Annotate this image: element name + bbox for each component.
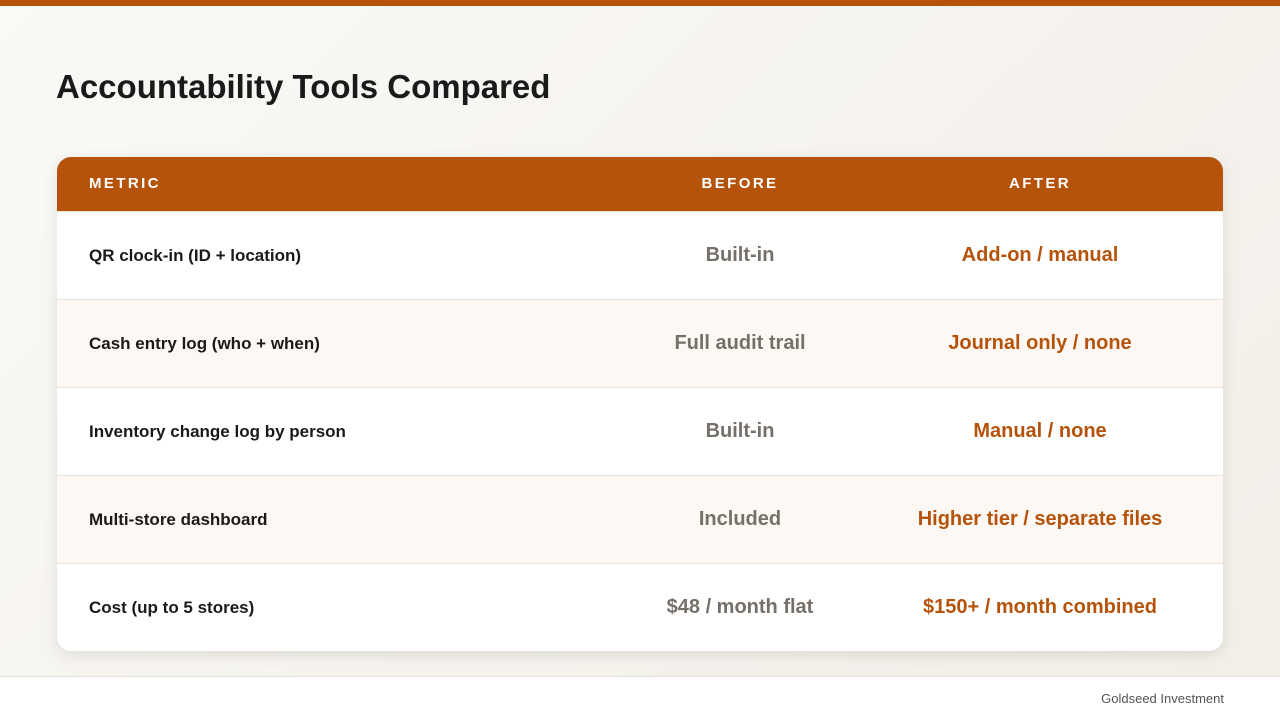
before-cell: $48 / month flat bbox=[666, 596, 814, 618]
after-cell: Add-on / manual bbox=[961, 244, 1119, 266]
table-row: Cash entry log (who + when) Full audit t… bbox=[57, 299, 1223, 387]
after-cell: Higher tier / separate files bbox=[917, 508, 1163, 530]
table-header: METRIC BEFORE AFTER bbox=[57, 157, 1223, 211]
table-row: Cost (up to 5 stores) $48 / month flat $… bbox=[57, 563, 1223, 651]
table-row: Multi-store dashboard Included Higher ti… bbox=[57, 475, 1223, 563]
before-cell: Built-in bbox=[705, 244, 775, 266]
before-cell: Included bbox=[698, 508, 782, 530]
metric-cell: Cash entry log (who + when) bbox=[89, 333, 320, 353]
metric-cell: Multi-store dashboard bbox=[89, 509, 268, 529]
metric-cell: Inventory change log by person bbox=[89, 421, 346, 441]
page-title: Accountability Tools Compared bbox=[56, 68, 551, 105]
table-row: Inventory change log by person Built-in … bbox=[57, 387, 1223, 475]
comparison-table: METRIC BEFORE AFTER QR clock-in (ID + lo… bbox=[57, 157, 1223, 651]
after-cell: Journal only / none bbox=[948, 332, 1132, 354]
before-cell: Full audit trail bbox=[674, 332, 806, 354]
metric-cell: QR clock-in (ID + location) bbox=[89, 245, 302, 265]
before-cell: Built-in bbox=[705, 420, 775, 442]
footer-bar: Goldseed Investment bbox=[0, 676, 1280, 720]
header-after: AFTER bbox=[1009, 175, 1071, 192]
header-before: BEFORE bbox=[701, 175, 779, 192]
table-row: QR clock-in (ID + location) Built-in Add… bbox=[57, 211, 1223, 299]
after-cell: $150+ / month combined bbox=[923, 596, 1157, 618]
header-metric: METRIC bbox=[89, 175, 161, 192]
after-cell: Manual / none bbox=[973, 420, 1107, 442]
footer-brand: Goldseed Investment bbox=[1101, 691, 1224, 706]
metric-cell: Cost (up to 5 stores) bbox=[89, 597, 255, 617]
top-accent-bar bbox=[0, 0, 1280, 6]
